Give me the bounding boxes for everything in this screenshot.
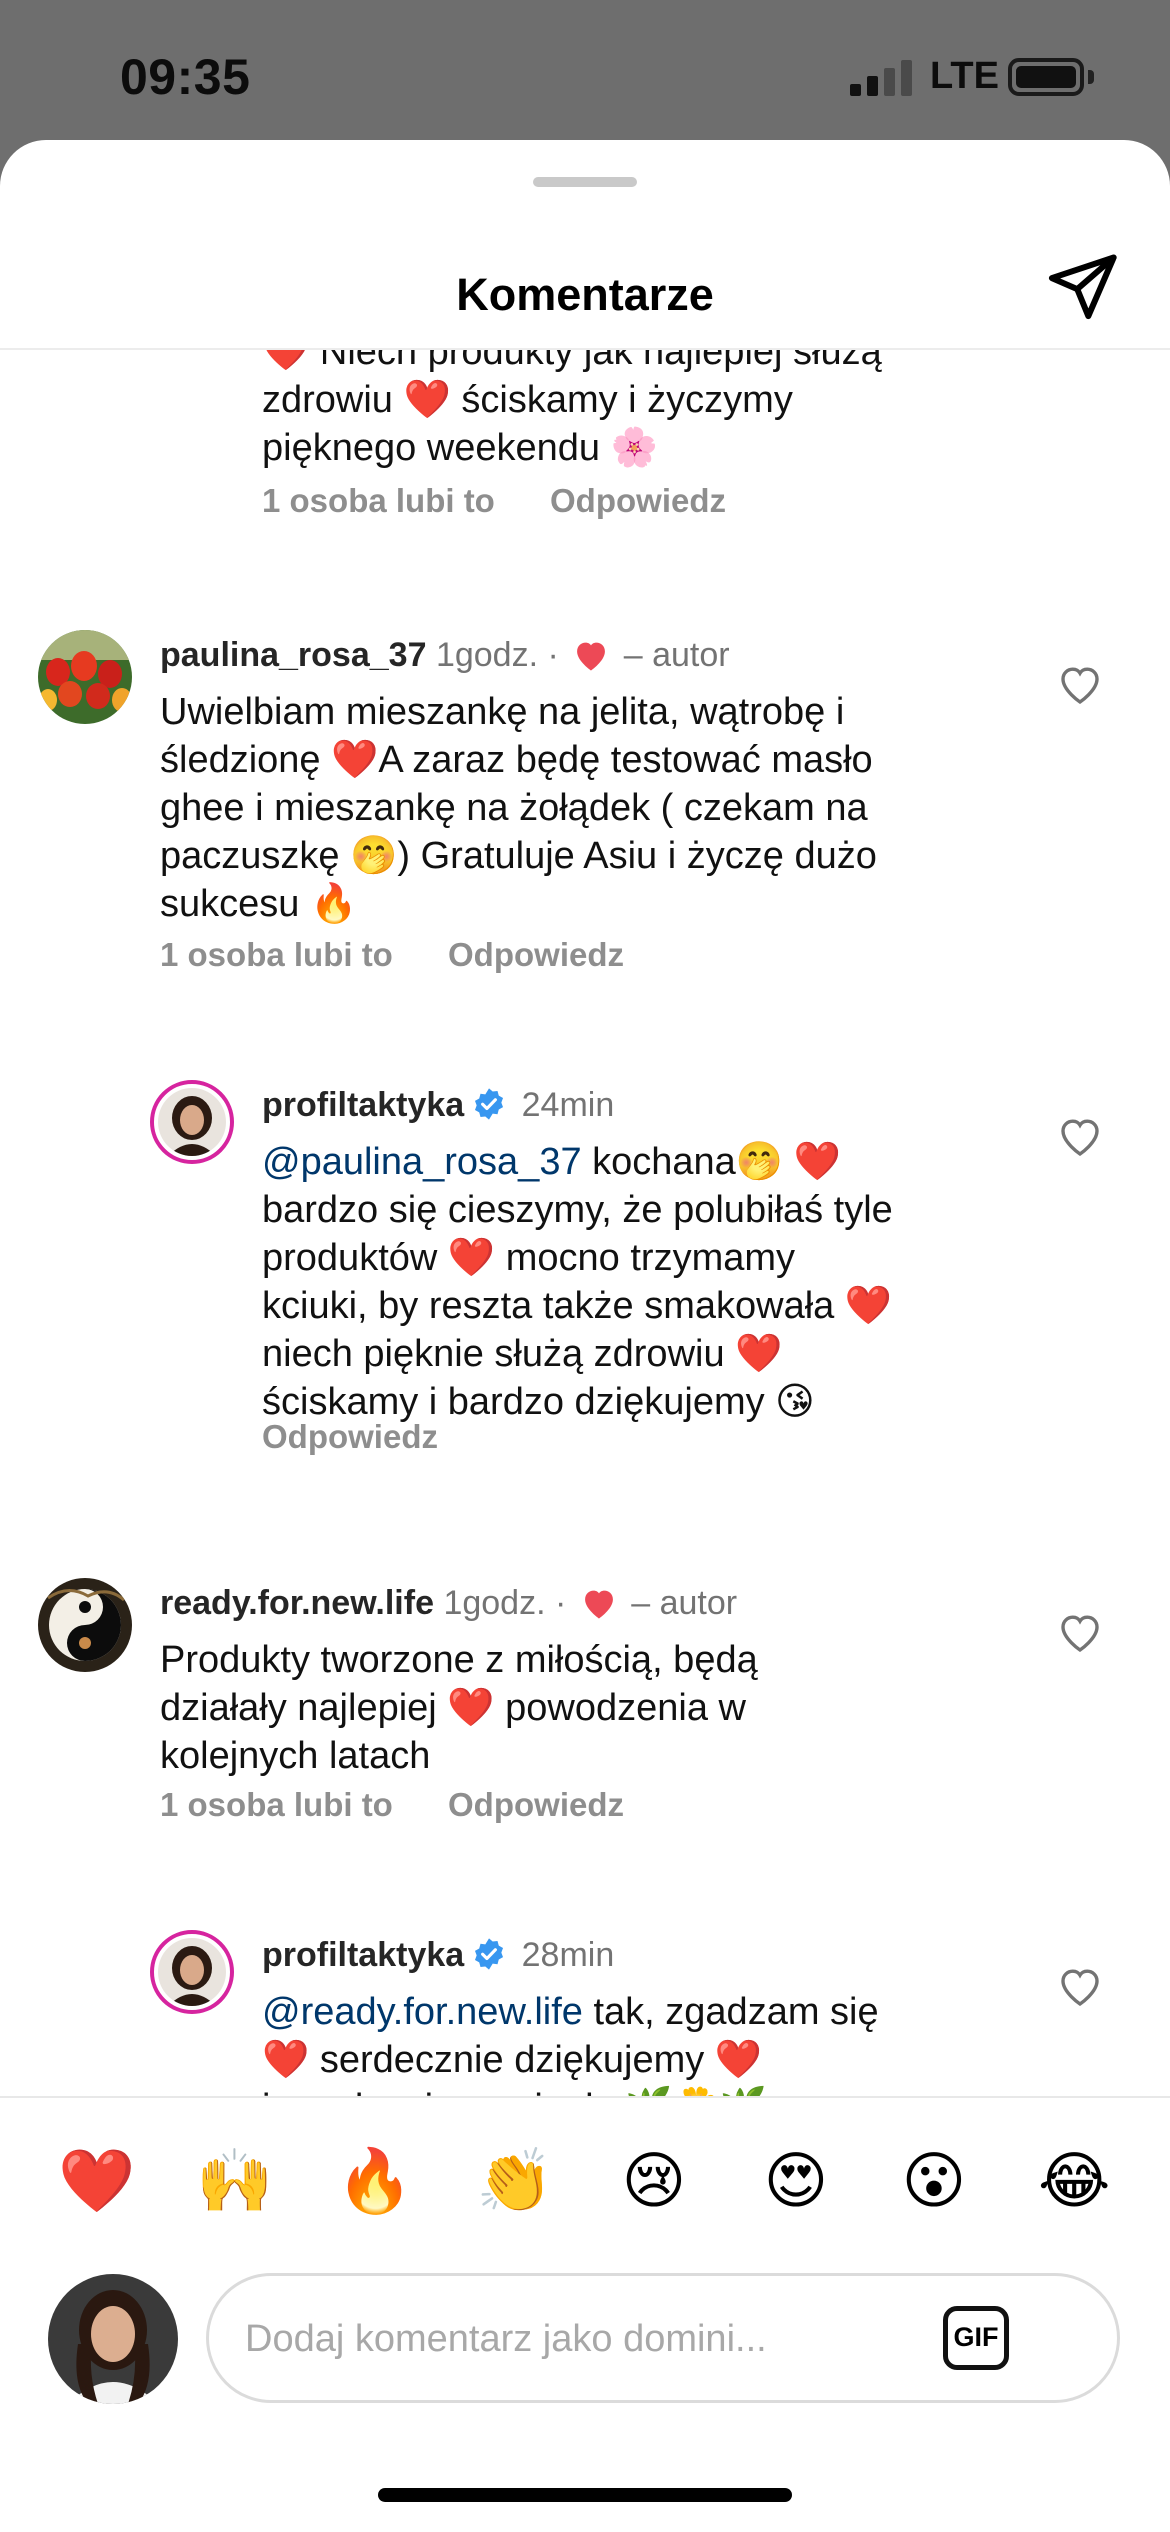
like-heart-icon[interactable] [1056,1964,1104,2008]
meta-separator: · [547,636,559,674]
comment-meta: paulina_rosa_37 1godz. · – autor [160,636,730,675]
author-liked-heart-icon [577,642,606,671]
emoji-heart-eyes-button[interactable]: 😍 [760,2146,832,2218]
comment-time: 1godz. [443,1584,546,1622]
comment-username[interactable]: profiltaktyka [262,1086,464,1124]
tulips-avatar-image [38,630,132,724]
comment-username[interactable]: ready.for.new.life [160,1584,434,1622]
likes-count-link[interactable]: 1 osoba lubi to [160,936,393,973]
comments-list[interactable]: ❤️ Niech produkty jak najlepiej służą zd… [0,350,1170,2100]
comment-time: 1godz. [435,636,539,674]
emoji-quick-bar: ❤️ 🙌 🔥 👏 😢 😍 😮 😂 [0,2096,1170,2266]
comment-text: @paulina_rosa_37 kochana🤭 ❤️ bardzo się … [262,1138,1042,1426]
comment-actions: 1 osoba lubi to Odpowiedz [160,936,670,974]
emoji-heart-button[interactable]: ❤️ [58,2146,135,2218]
emoji-raising-hands-button[interactable]: 🙌 [196,2146,273,2218]
comment-text-body: kochana🤭 ❤️ bardzo się cieszymy, że polu… [262,1141,893,1423]
comment-actions: Odpowiedz [262,1418,484,1456]
comment-text: Produkty tworzone z miłością, będą dział… [160,1639,758,1777]
comment-actions: 1 osoba lubi to Odpowiedz [160,1786,670,1824]
reply-button[interactable]: Odpowiedz [448,936,624,973]
meta-separator: · [554,1584,567,1622]
avatar[interactable] [38,1578,132,1672]
author-like-label: – autor [623,636,730,674]
author-liked-heart-icon [584,1590,613,1619]
emoji-surprised-button[interactable]: 😮 [898,2146,970,2218]
likes-count-link[interactable]: 1 osoba lubi to [160,1786,393,1823]
sheet-header: Komentarze [0,200,1170,350]
like-heart-icon[interactable] [1056,662,1104,706]
comment-input-wrapper: GIF [206,2273,1120,2403]
comment-actions: 1 osoba lubi to Odpowiedz [262,482,772,520]
emoji-fire-button[interactable]: 🔥 [336,2146,413,2218]
verified-badge-icon [475,1088,504,1120]
yin-yang-avatar-image [38,1578,132,1672]
comment-username[interactable]: profiltaktyka [262,1936,464,1974]
reply-button[interactable]: Odpowiedz [550,482,726,519]
comment-username[interactable]: paulina_rosa_37 [160,636,426,674]
avatar[interactable] [150,1080,234,1164]
comment-time: 28min [521,1936,615,1974]
current-user-avatar-image [48,2274,178,2404]
mention-link[interactable]: @paulina_rosa_37 [262,1141,582,1183]
profile-avatar-image [158,1938,226,2006]
page-title: Komentarze [456,269,714,320]
like-heart-icon[interactable] [1056,1114,1104,1158]
gif-button[interactable]: GIF [943,2306,1009,2370]
comment-meta: profiltaktyka 24min [262,1086,614,1125]
comment-text: ❤️ Niech produkty jak najlepiej służą zd… [262,350,882,469]
home-indicator[interactable] [378,2488,792,2502]
mention-link[interactable]: @ready.for.new.life [262,1991,583,2033]
comment-text: @ready.for.new.life tak, zgadzam się ❤️ … [262,1988,1042,2100]
profile-avatar-image [158,1088,226,1156]
like-heart-icon[interactable] [1056,1610,1104,1654]
sheet-grabber[interactable] [533,177,637,187]
signal-strength-icon [850,60,920,96]
reply-button[interactable]: Odpowiedz [262,1418,438,1455]
reply-button[interactable]: Odpowiedz [448,1786,624,1823]
comment-meta: ready.for.new.life 1godz. · – autor [160,1584,737,1623]
author-like-label: – autor [631,1584,738,1622]
emoji-laughing-button[interactable]: 😂 [1038,2146,1110,2218]
comment-meta: profiltaktyka 28min [262,1936,614,1975]
status-time: 09:35 [120,49,251,105]
network-type: LTE [930,55,999,97]
likes-count-link[interactable]: 1 osoba lubi to [262,482,495,519]
comment-text: Uwielbiam mieszankę na jelita, wątrobę i… [160,691,877,925]
avatar[interactable] [150,1930,234,2014]
battery-nub [1088,70,1094,84]
battery-icon [1008,58,1084,96]
comment-time: 24min [521,1086,615,1124]
verified-badge-icon [475,1938,504,1970]
current-user-avatar [48,2274,178,2404]
status-bar: 09:35 LTE [0,0,1170,150]
share-send-icon[interactable] [1044,248,1120,324]
emoji-crying-button[interactable]: 😢 [618,2146,690,2218]
emoji-clapping-button[interactable]: 👏 [476,2146,553,2218]
avatar[interactable] [38,630,132,724]
comment-input[interactable] [245,2304,925,2374]
